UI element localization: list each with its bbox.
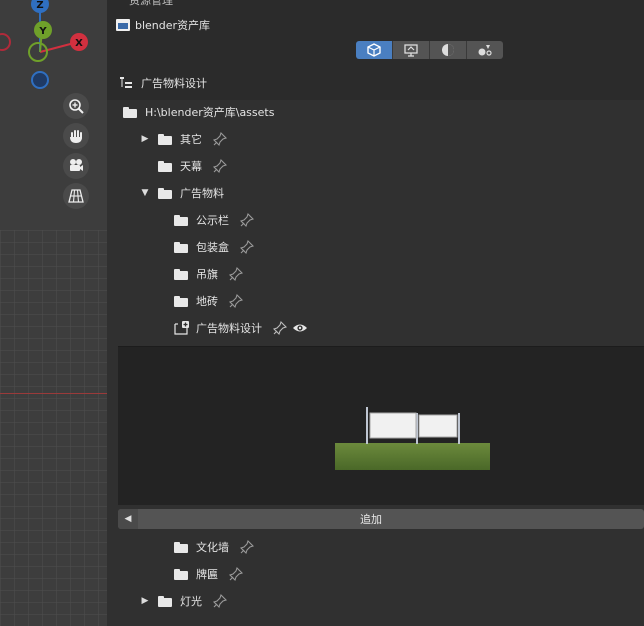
pan-hand-icon — [70, 130, 82, 143]
tree-item-qita[interactable]: ▶ 其它 — [140, 128, 228, 150]
tree-item-label: 灯光 — [180, 595, 202, 608]
folder-icon — [174, 568, 188, 580]
folder-icon — [174, 295, 188, 307]
library-name: blender资产库 — [135, 19, 211, 32]
catalog-title-row: 广告物料设计 — [119, 72, 207, 94]
pin-icon[interactable] — [228, 566, 244, 582]
camera-icon — [70, 159, 83, 171]
folder-icon — [158, 187, 172, 199]
grid-view-icon — [68, 189, 84, 203]
tree-item-label: 牌匾 — [196, 568, 218, 581]
preview-thumbnail — [335, 407, 490, 470]
tree-item-gongshilan[interactable]: 公示栏 — [174, 209, 255, 231]
scene-icon — [404, 44, 418, 57]
tree-item-label: 地砖 — [196, 295, 218, 308]
folder-icon — [174, 268, 188, 280]
folder-icon — [174, 541, 188, 553]
asset-browser-panel: 资源管理 blender资产库 广告物料设计 H:\blender资产库\ass… — [107, 0, 644, 626]
tree-item-label: 广告物料设计 — [196, 322, 262, 335]
tree-root-item[interactable]: H:\blender资产库\assets — [123, 101, 274, 123]
pin-icon[interactable] — [228, 293, 244, 309]
zoom-icon — [69, 99, 84, 114]
collapse-arrow-icon[interactable]: ▼ — [140, 188, 150, 198]
library-selector[interactable]: blender资产库 — [115, 14, 210, 36]
tree-item-dengguang[interactable]: ▶ 灯光 — [140, 590, 228, 612]
pin-icon[interactable] — [272, 320, 288, 336]
catalog-title: 广告物料设计 — [141, 77, 207, 90]
folder-icon — [158, 595, 172, 607]
eye-icon[interactable] — [292, 322, 308, 334]
tree-item-diaoqi[interactable]: 吊旗 — [174, 263, 244, 285]
folder-icon — [158, 133, 172, 145]
tree-item-paibian[interactable]: 牌匾 — [174, 563, 244, 585]
tree-item-label: 其它 — [180, 133, 202, 146]
gizmo-neg-x — [0, 33, 11, 51]
panel-header-title: 资源管理 — [129, 0, 173, 11]
gizmo-neg-y — [28, 42, 48, 62]
tree-item-baozhuanghe[interactable]: 包装盒 — [174, 236, 255, 258]
mode-world[interactable] — [467, 41, 503, 59]
material-icon — [442, 44, 454, 56]
perspective-button[interactable] — [63, 183, 89, 209]
add-label: 追加 — [360, 513, 382, 526]
tree-item-label: 广告物料 — [180, 187, 224, 200]
expand-arrow-icon[interactable]: ▶ — [140, 134, 150, 144]
pin-icon[interactable] — [212, 593, 228, 609]
folder-icon — [174, 241, 188, 253]
tree-item-label: 包装盒 — [196, 241, 229, 254]
library-icon — [116, 19, 130, 31]
tree-item-tianmu[interactable]: 天幕 — [158, 155, 228, 177]
floor-grid — [0, 230, 107, 626]
folder-icon — [174, 214, 188, 226]
tree-item-label: 文化墙 — [196, 541, 229, 554]
left-arrow-icon[interactable]: ◀ — [118, 509, 138, 529]
tree-item-label: 天幕 — [180, 160, 202, 173]
zoom-button[interactable] — [63, 93, 89, 119]
tree-item-wenhuaqiang[interactable]: 文化墙 — [174, 536, 255, 558]
gizmo-y-label: Y — [38, 26, 47, 37]
tree-root-label: H:\blender资产库\assets — [145, 106, 275, 119]
gizmo-x-label: X — [75, 38, 83, 49]
expand-arrow-icon[interactable]: ▶ — [140, 596, 150, 606]
pin-icon[interactable] — [212, 158, 228, 174]
world-icon — [478, 45, 492, 56]
tree-item-label: 吊旗 — [196, 268, 218, 281]
gizmo-neg-z — [31, 71, 49, 89]
object-mode-icon — [367, 43, 381, 57]
add-asset-button[interactable]: ◀ 追加 — [118, 509, 644, 529]
catalog-tree-icon — [120, 77, 132, 88]
mode-material[interactable] — [430, 41, 467, 59]
asset-preview[interactable] — [118, 346, 644, 505]
navigation-gizmo[interactable]: Z Y X — [0, 0, 107, 95]
mode-scene[interactable] — [393, 41, 430, 59]
tree-item-label: 公示栏 — [196, 214, 229, 227]
display-mode-toggle[interactable] — [356, 41, 503, 59]
folder-icon — [158, 160, 172, 172]
tree-item-guanggao-wuliao[interactable]: ▼ 广告物料 — [140, 182, 224, 204]
panel-header-title-text: 资源管理 — [129, 0, 173, 7]
tree-item-guanggao-sheji[interactable]: 广告物料设计 — [174, 317, 308, 339]
pin-icon[interactable] — [212, 131, 228, 147]
collection-add-icon — [174, 321, 189, 335]
folder-icon — [123, 106, 137, 118]
pin-icon[interactable] — [239, 539, 255, 555]
camera-button[interactable] — [63, 153, 89, 179]
pan-button[interactable] — [63, 123, 89, 149]
gizmo-z-label: Z — [36, 0, 43, 11]
pin-icon[interactable] — [228, 266, 244, 282]
x-axis-line — [0, 393, 107, 394]
3d-viewport[interactable]: Z Y X — [0, 0, 107, 626]
tree-item-dizhuan[interactable]: 地砖 — [174, 290, 244, 312]
pin-icon[interactable] — [239, 239, 255, 255]
pin-icon[interactable] — [239, 212, 255, 228]
mode-object[interactable] — [356, 41, 393, 59]
